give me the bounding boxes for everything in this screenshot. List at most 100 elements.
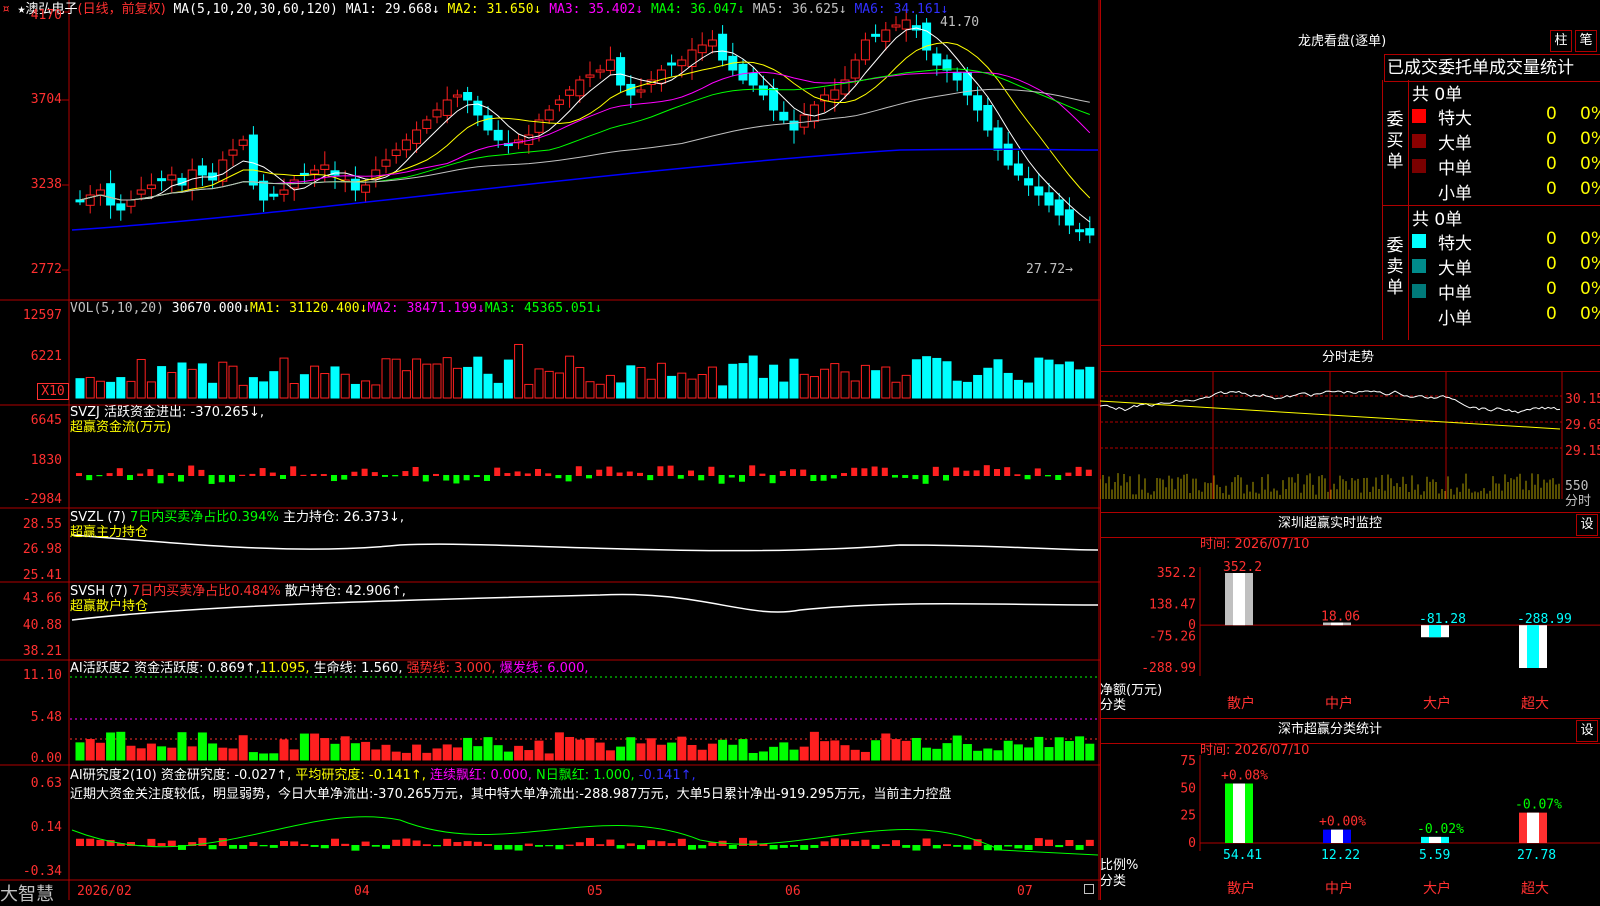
activity-bar: [554, 732, 564, 761]
ma5-value: MA5: 36.625↓: [752, 2, 847, 17]
bar-view-button[interactable]: 柱: [1550, 30, 1572, 52]
research-bar: [412, 840, 421, 846]
flow-bar: [198, 469, 205, 476]
fenshi-title: 分时走势: [1322, 350, 1375, 365]
ma4-value: MA4: 36.047↓: [650, 2, 745, 17]
activity-bar: [973, 750, 983, 761]
flow-bar: [830, 475, 837, 479]
volume-bar: [799, 373, 809, 399]
activity-bar: [157, 746, 167, 761]
candle-body: [718, 33, 728, 61]
candle-body: [697, 44, 707, 54]
volume-bar: [391, 358, 401, 399]
research-bar: [208, 845, 217, 850]
bar-value-label: 27.78: [1517, 848, 1556, 863]
intraday-chart[interactable]: [1100, 371, 1600, 511]
research-bar: [902, 845, 911, 848]
flow-bar: [86, 475, 93, 481]
price-axis-tick: 2772: [30, 262, 62, 277]
volume-bar: [646, 378, 656, 399]
svzj-header: SVZJ 活跃资金进出: -370.265↓,: [70, 405, 265, 420]
volume-bar: [473, 356, 483, 399]
date-axis-label: 07: [1017, 884, 1033, 899]
volume-bar: [850, 380, 860, 399]
volume-bar: [126, 380, 136, 399]
activity-bar: [473, 746, 483, 761]
candle-body: [167, 174, 177, 181]
stats-settings-button[interactable]: 设: [1576, 720, 1598, 742]
activity-bar: [177, 732, 187, 761]
volume-bar: [544, 370, 554, 399]
flow-bar: [167, 473, 174, 476]
activity-bar: [840, 745, 850, 761]
flow-bar: [96, 475, 103, 477]
volume-bar: [636, 367, 646, 399]
activity-bar: [636, 743, 646, 761]
candle-body: [993, 127, 1003, 151]
volume-bar: [707, 366, 717, 399]
flow-bar: [402, 471, 409, 476]
order-size-label: 大单: [1438, 259, 1472, 279]
sell-order-row: 中单 0 0%: [1412, 279, 1600, 304]
lock-icon[interactable]: [1084, 884, 1094, 894]
research-line: [71, 816, 1099, 856]
research-bar: [157, 843, 166, 846]
research-bar: [218, 838, 227, 846]
lhk-frame-line: [1408, 80, 1409, 340]
activity-bar: [187, 746, 197, 761]
activity-bar: [993, 750, 1003, 761]
price-axis-tick: 3238: [30, 177, 62, 192]
order-percent: 0%: [1580, 104, 1600, 124]
research-bar: [259, 845, 268, 847]
flow-bar: [575, 466, 582, 476]
research-bar: [1004, 845, 1013, 847]
candle-body: [891, 24, 901, 28]
volume-bar: [187, 368, 197, 399]
activity-bar: [1054, 737, 1064, 761]
svsh-axis-tick: 43.66: [22, 591, 62, 606]
flow-bar: [453, 475, 460, 484]
order-size-label: 特大: [1438, 234, 1472, 254]
flow-bar: [943, 475, 949, 481]
activity-bar: [371, 749, 381, 761]
tick-view-button[interactable]: 笔: [1575, 30, 1597, 52]
buy-order-row: 特大 0 0%: [1412, 104, 1600, 129]
volume-bar: [1054, 364, 1064, 399]
kline-chart-area[interactable]: [0, 0, 1100, 900]
flow-bar: [116, 468, 123, 476]
research-bar: [484, 844, 492, 846]
research-bar: [779, 845, 788, 848]
flow-bar: [494, 467, 501, 476]
volume-bar: [493, 382, 503, 399]
candle-body: [809, 104, 819, 122]
order-size-label: 中单: [1438, 159, 1472, 179]
volume-bar: [728, 363, 738, 399]
monitor-settings-button[interactable]: 设: [1576, 514, 1598, 536]
volume-bar: [442, 357, 452, 399]
activity-bar: [728, 744, 738, 761]
activity-bar: [269, 753, 279, 761]
candle-body: [320, 164, 330, 170]
activity-bar: [1044, 747, 1054, 761]
candle-body: [881, 29, 891, 42]
period-label[interactable]: (日线，前复权): [78, 2, 166, 17]
activity-bar: [789, 749, 799, 761]
volume-bar: [167, 371, 177, 399]
candle-body: [1034, 186, 1044, 196]
volume-bar: [95, 380, 105, 399]
price-header: ¤ ★澳弘电子(日线，前复权) MA(5,10,20,30,60,120) MA…: [2, 2, 948, 17]
activity-bar: [289, 749, 299, 761]
volume-bar: [85, 376, 95, 399]
flow-bar: [647, 475, 654, 481]
sell-orders-label: 委卖单: [1386, 236, 1404, 298]
candle-body: [636, 89, 646, 93]
order-count: 0: [1546, 229, 1557, 249]
activity-bar: [340, 736, 350, 761]
candle-body: [452, 94, 462, 98]
volume-bar: [401, 370, 411, 399]
activity-bar: [75, 742, 85, 761]
vol-axis-tick: 6221: [30, 349, 62, 364]
flow-bar: [749, 465, 756, 476]
bar-change-label: +0.00%: [1319, 815, 1366, 830]
flow-bar: [280, 475, 286, 480]
